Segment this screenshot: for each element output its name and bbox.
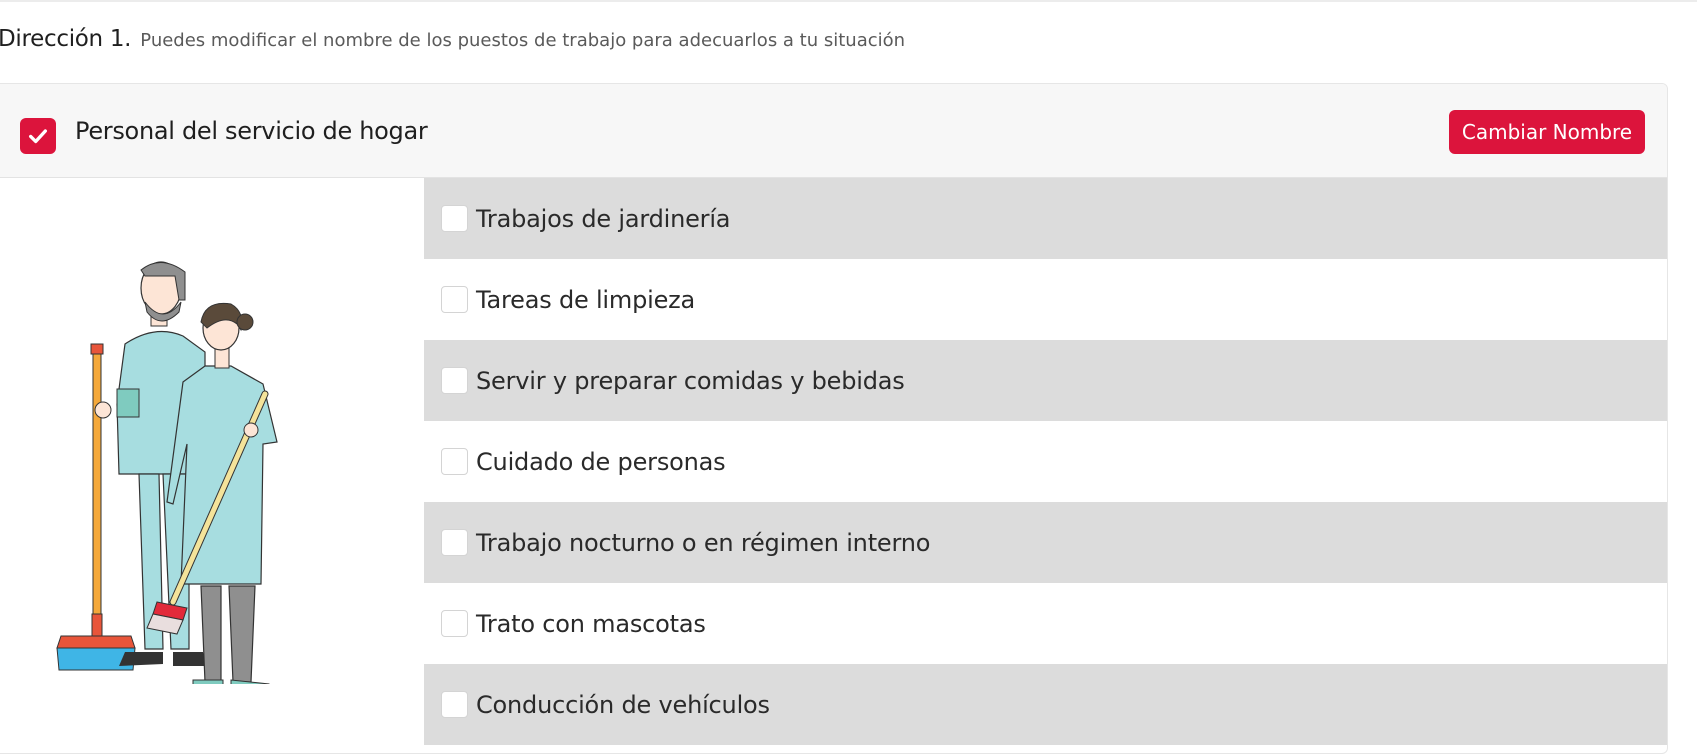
task-label: Tareas de limpieza xyxy=(476,285,696,314)
task-label: Trabajos de jardinería xyxy=(476,204,731,233)
rename-button[interactable]: Cambiar Nombre xyxy=(1449,110,1645,154)
section-title: Dirección 1. xyxy=(0,26,132,52)
task-checkbox[interactable] xyxy=(441,691,468,718)
task-row[interactable]: Cuidado de personas xyxy=(424,421,1667,502)
task-label: Trabajo nocturno o en régimen interno xyxy=(476,528,931,557)
top-divider xyxy=(0,0,1697,2)
task-row[interactable]: Trabajo nocturno o en régimen interno xyxy=(424,502,1667,583)
task-row[interactable]: Trabajos de jardinería xyxy=(424,178,1667,259)
task-label: Trato con mascotas xyxy=(476,609,706,638)
task-checkbox[interactable] xyxy=(441,205,468,232)
group-title: Personal del servicio de hogar xyxy=(75,117,428,145)
task-checkbox[interactable] xyxy=(441,529,468,556)
check-icon xyxy=(29,129,47,144)
task-row[interactable]: Trato con mascotas xyxy=(424,583,1667,664)
task-label: Servir y preparar comidas y bebidas xyxy=(476,366,905,395)
task-checkbox[interactable] xyxy=(441,448,468,475)
group-checkbox[interactable] xyxy=(20,118,56,154)
job-group-card: Personal del servicio de hogar Cambiar N… xyxy=(0,83,1668,754)
task-checkbox[interactable] xyxy=(441,367,468,394)
section-subtitle: Puedes modificar el nombre de los puesto… xyxy=(140,30,906,51)
task-checkbox[interactable] xyxy=(441,286,468,313)
task-row[interactable]: Tareas de limpieza xyxy=(424,259,1667,340)
task-checkbox[interactable] xyxy=(441,610,468,637)
task-label: Cuidado de personas xyxy=(476,447,726,476)
task-label: Conducción de vehículos xyxy=(476,690,770,719)
domestic-service-workers-illustration xyxy=(56,261,278,684)
task-row[interactable]: Servir y preparar comidas y bebidas xyxy=(424,340,1667,421)
card-header: Personal del servicio de hogar Cambiar N… xyxy=(0,84,1667,178)
section-heading: Dirección 1. Puedes modificar el nombre … xyxy=(0,26,905,52)
task-list: Trabajos de jardinería Tareas de limpiez… xyxy=(424,178,1667,745)
task-row[interactable]: Conducción de vehículos xyxy=(424,664,1667,745)
